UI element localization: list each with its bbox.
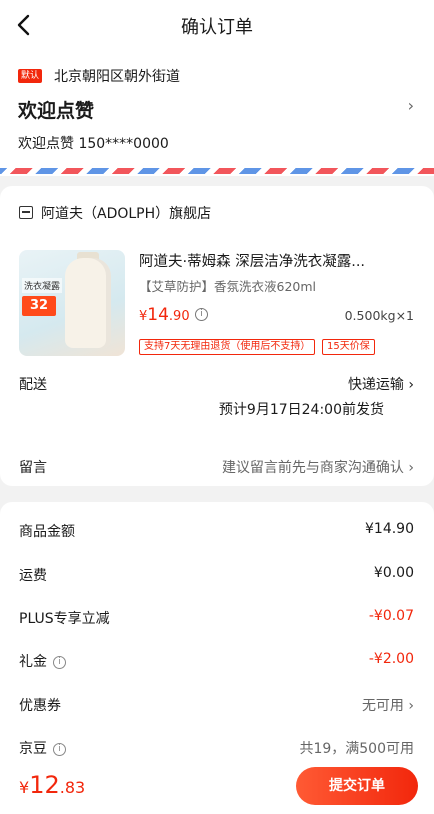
gift-row: 礼金 i — [19, 651, 66, 671]
message-label: 留言 — [19, 460, 47, 476]
gift-value: -¥2.00 — [368, 651, 414, 667]
plus-value: -¥0.07 — [368, 608, 414, 624]
delivery-method-text: 快递运输 — [347, 377, 404, 393]
total-dec: .83 — [59, 778, 86, 797]
address-contact: 欢迎点赞 150****0000 — [18, 136, 169, 152]
total-int: 12 — [29, 771, 60, 799]
message-placeholder: 建议留言前先与商家沟通确认 — [221, 460, 404, 476]
total-amount: ¥12.83 — [19, 771, 85, 799]
chevron-right-icon: › — [408, 460, 414, 476]
submit-order-button[interactable]: 提交订单 — [296, 767, 418, 805]
chevron-right-icon[interactable]: › — [408, 96, 414, 115]
info-icon[interactable]: i — [195, 308, 208, 321]
total-symbol: ¥ — [19, 778, 30, 797]
address-name: 欢迎点赞 — [18, 100, 95, 122]
product-spec: 【艾草防护】香氛洗衣液620ml — [139, 279, 317, 294]
coupon-label: 优惠券 — [19, 698, 61, 714]
info-icon[interactable]: i — [53, 743, 66, 756]
info-icon[interactable]: i — [53, 656, 66, 669]
bottom-bar: ¥12.83 提交订单 — [0, 757, 434, 814]
page-title: 确认订单 — [181, 17, 253, 38]
top-bar: 确认订单 — [0, 0, 434, 50]
default-badge: 默认 — [18, 69, 43, 83]
shipping-value: ¥0.00 — [373, 565, 414, 581]
coupon-value-text: 无可用 — [361, 698, 404, 714]
product-thumbnail[interactable]: 洗衣凝露 32 — [19, 250, 125, 356]
message-input[interactable]: 建议留言前先与商家沟通确认 › — [222, 457, 414, 477]
thumb-price: 32 — [22, 296, 56, 316]
jd-value: 共19，满500可用 — [299, 741, 414, 757]
order-card: 阿道夫（ADOLPH）旗舰店 洗衣凝露 32 阿道夫·蒂姆森 深层洁净洗衣凝露.… — [0, 186, 434, 486]
product-price: ¥14.90 — [139, 305, 190, 325]
shipping-label: 运费 — [19, 568, 47, 584]
delivery-method[interactable]: 快递运输 › — [348, 374, 414, 394]
delivery-eta: 预计9月17日24:00前发货 — [218, 402, 384, 418]
store-icon — [19, 206, 33, 219]
product-title[interactable]: 阿道夫·蒂姆森 深层洁净洗衣凝露... — [139, 250, 393, 271]
summary-card: 商品金额 ¥14.90 运费 ¥0.00 PLUS专享立减 -¥0.07 礼金 i… — [0, 502, 434, 772]
goods-label: 商品金额 — [19, 524, 75, 540]
coupon-value[interactable]: 无可用 › — [362, 695, 414, 715]
chevron-right-icon: › — [408, 698, 414, 714]
service-tag-price: 15天价保 — [322, 339, 375, 355]
jd-row: 京豆 i — [19, 738, 66, 758]
price-dec: .90 — [168, 309, 190, 324]
thumb-label: 洗衣凝露 — [22, 278, 63, 293]
store-name[interactable]: 阿道夫（ADOLPH）旗舰店 — [41, 203, 211, 223]
bottle-image — [65, 258, 111, 348]
airmail-stripe — [0, 168, 434, 174]
product-qty: 0.500kg×1 — [344, 308, 414, 323]
address-card[interactable]: 默认 北京朝阳区朝外街道 欢迎点赞 欢迎点赞 150****0000 › — [0, 50, 434, 176]
delivery-label: 配送 — [19, 377, 47, 393]
price-int: 14 — [147, 305, 169, 325]
chevron-right-icon: › — [408, 377, 414, 393]
jd-label: 京豆 — [19, 741, 47, 757]
service-tag-return: 支持7天无理由退货（使用后不支持） — [139, 339, 316, 355]
address-region: 北京朝阳区朝外街道 — [54, 69, 180, 85]
gift-label: 礼金 — [19, 654, 47, 670]
plus-label: PLUS专享立减 — [19, 611, 110, 627]
goods-value: ¥14.90 — [365, 521, 414, 537]
